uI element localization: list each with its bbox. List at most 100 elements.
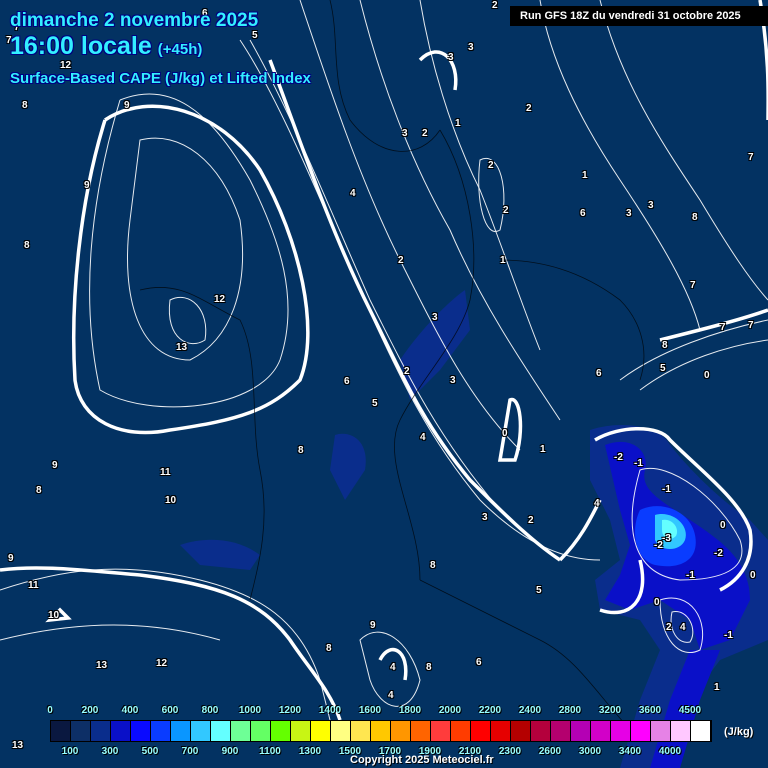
legend-swatch (511, 721, 531, 741)
map-canvas (0, 0, 768, 768)
legend-unit: (J/kg) (724, 726, 754, 738)
lifted-index-label: -2 (654, 540, 663, 551)
legend-swatch (231, 721, 251, 741)
lifted-index-label: 13 (176, 342, 188, 353)
lead-time: (+45h) (157, 41, 203, 58)
lifted-index-label: 0 (720, 520, 726, 531)
legend-swatch (371, 721, 391, 741)
lifted-index-label: 8 (326, 643, 332, 654)
legend-top-label: 3600 (638, 705, 662, 716)
lifted-index-label: 8 (298, 445, 304, 456)
lifted-index-label: 2 (666, 622, 672, 633)
lifted-index-label: 2 (492, 0, 498, 11)
legend-swatch (531, 721, 551, 741)
lifted-index-label: -1 (634, 458, 643, 469)
legend-swatch (291, 721, 311, 741)
legend-bottom-label: 300 (101, 746, 119, 757)
lifted-index-label: 8 (24, 240, 30, 251)
lifted-index-label: -3 (662, 533, 671, 544)
lifted-index-label: 0 (750, 570, 756, 581)
lifted-index-label: 6 (344, 376, 350, 387)
lifted-index-label: 1 (582, 170, 588, 181)
lifted-index-label: 6 (476, 657, 482, 668)
legend-swatch (451, 721, 471, 741)
legend-swatch (171, 721, 191, 741)
legend-swatch (611, 721, 631, 741)
lifted-index-label: 9 (8, 553, 14, 564)
legend-swatch (471, 721, 491, 741)
lifted-index-label: 7 (720, 322, 726, 333)
legend-bottom-label: 700 (181, 746, 199, 757)
legend-swatch (151, 721, 171, 741)
legend-bottom-label: 2300 (498, 746, 522, 757)
legend-bottom-label: 900 (221, 746, 239, 757)
lifted-index-label: 13 (12, 740, 24, 751)
lifted-index-label: 0 (704, 370, 710, 381)
legend-swatch (251, 721, 271, 741)
lifted-index-label: -1 (686, 570, 695, 581)
legend-bottom-label: 1100 (259, 746, 281, 757)
legend-top-label: 2800 (558, 705, 582, 716)
legend-swatch (571, 721, 591, 741)
legend-top-label: 4500 (678, 705, 702, 716)
legend-swatch (331, 721, 351, 741)
lifted-index-label: 11 (28, 580, 39, 591)
legend-swatch (431, 721, 451, 741)
legend-swatch (91, 721, 111, 741)
legend-top-label: 1800 (398, 705, 422, 716)
forecast-date: dimanche 2 novembre 2025 (10, 10, 259, 31)
legend-top-label: 3200 (598, 705, 622, 716)
lifted-index-label: 1 (455, 118, 461, 129)
lifted-index-label: -2 (614, 452, 623, 463)
lifted-index-label: 1 (714, 682, 720, 693)
legend-swatch (191, 721, 211, 741)
lifted-index-label: 0 (502, 428, 508, 439)
lifted-index-label: 7 (690, 280, 696, 291)
legend-top-label: 1400 (318, 705, 342, 716)
legend-top-label: 600 (161, 705, 179, 716)
legend-top-label: 1200 (278, 705, 302, 716)
legend-bottom-label: 100 (61, 746, 79, 757)
legend-swatch (271, 721, 291, 741)
borders-coastlines (139, 0, 645, 741)
lifted-index-label: 8 (430, 560, 436, 571)
lifted-index-label: 11 (160, 467, 171, 478)
lifted-index-label: 5 (536, 585, 542, 596)
lifted-index-label: 9 (52, 460, 58, 471)
weather-map: 7 12 8 9 9 8 12 13 9 8 11 10 9 8 11 10 13 12 6 5 6 3 2 1 3 2 4 2 2 1 2… (0, 0, 768, 768)
lifted-index-label: 10 (165, 495, 177, 506)
lifted-index-label: 9 (370, 620, 376, 631)
lifted-index-label: 8 (662, 340, 668, 351)
lifted-index-label: 13 (96, 660, 108, 671)
lifted-index-label: 2 (488, 160, 494, 171)
local-time: 16:00 locale (10, 32, 152, 60)
lifted-index-label: 4 (390, 662, 396, 673)
legend-bottom-label: 3400 (618, 746, 642, 757)
legend-swatch (671, 721, 691, 741)
lifted-index-label: 6 (596, 368, 602, 379)
legend-bottom-label: 500 (141, 746, 159, 757)
lifted-index-label: 2 (398, 255, 404, 266)
legend-top-label: 1000 (238, 705, 262, 716)
lifted-index-label: 8 (426, 662, 432, 673)
legend-swatch (111, 721, 131, 741)
legend-swatch (71, 721, 91, 741)
lifted-index-label: 10 (48, 610, 60, 621)
lifted-index-label: 5 (372, 398, 378, 409)
lifted-index-label: 3 (468, 42, 474, 53)
legend-top-label: 2000 (438, 705, 462, 716)
lifted-index-label: 8 (36, 485, 42, 496)
legend-swatch (391, 721, 411, 741)
lifted-index-label: 2 (526, 103, 532, 114)
lifted-index-label: 3 (402, 128, 408, 139)
lifted-index-label: 2 (503, 205, 509, 216)
legend-swatch (311, 721, 331, 741)
lifted-index-label: 0 (654, 597, 660, 608)
map-title: Surface-Based CAPE (J/kg) et Lifted Inde… (10, 70, 311, 87)
lifted-index-label: 8 (692, 212, 698, 223)
legend-swatch (351, 721, 371, 741)
legend-top-label: 0 (47, 705, 53, 716)
lifted-index-label: 7 (748, 152, 754, 163)
lifted-index-label: 2 (528, 515, 534, 526)
lifted-index-label: 6 (580, 208, 586, 219)
